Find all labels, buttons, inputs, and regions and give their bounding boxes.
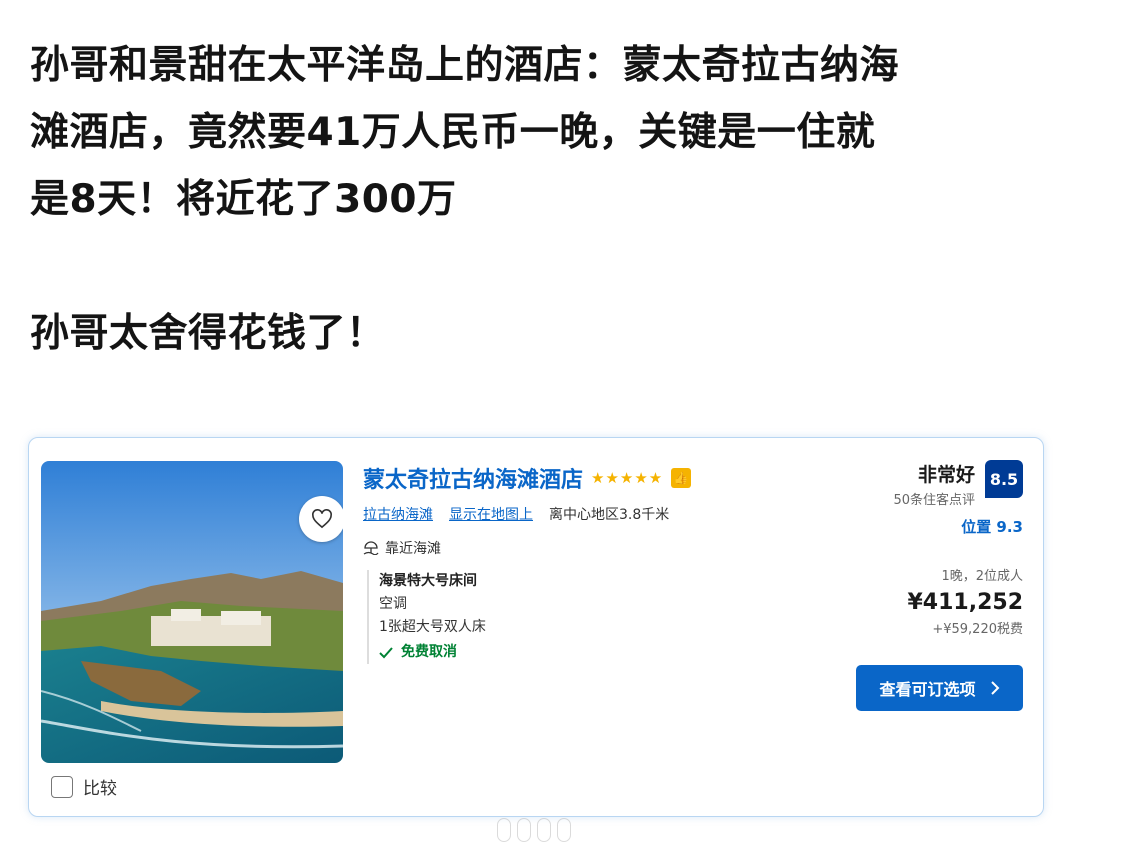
hotel-photo[interactable] (41, 461, 343, 763)
see-availability-button[interactable]: 查看可订选项 (856, 665, 1023, 711)
location-score: 位置 9.3 (961, 518, 1023, 536)
show-on-map-link[interactable]: 显示在地图上 (449, 504, 533, 524)
post-line-2: 滩酒店，竟然要41万人民币一晚，关键是一住就 (30, 110, 876, 155)
watermark (497, 818, 571, 842)
star-rating: ★★★★★ (591, 469, 664, 487)
post-line-4: 孙哥太舍得花钱了！ (30, 311, 386, 356)
room-details: 海景特大号床间 空调 1张超大号双人床 免费取消 (367, 570, 783, 664)
price-panel: 非常好 50条住客点评 8.5 位置 9.3 1晚，2位成人 ¥411,252 … (723, 460, 1023, 711)
favorite-button[interactable] (299, 496, 343, 542)
hotel-info: 蒙太奇拉古纳海滩酒店 ★★★★★ 👍 拉古纳海滩 显示在地图上 离中心地区3.8… (363, 462, 783, 664)
tax-fees: +¥59,220税费 (932, 622, 1023, 637)
area-link[interactable]: 拉古纳海滩 (363, 504, 433, 524)
post-line-3: 是8天！将近花了300万 (30, 177, 457, 222)
cta-label: 查看可订选项 (879, 680, 976, 699)
hotel-photo-image (41, 461, 343, 763)
compare-label: 比较 (83, 779, 117, 799)
beach-label: 靠近海滩 (385, 541, 441, 557)
cancel-label: 免费取消 (401, 644, 457, 660)
beach-feature: 靠近海滩 (363, 538, 783, 558)
rating-label: 非常好 (917, 464, 975, 486)
score-badge: 8.5 (985, 460, 1023, 498)
compare-checkbox[interactable] (51, 775, 73, 798)
hotel-name-link[interactable]: 蒙太奇拉古纳海滩酒店 (363, 462, 583, 494)
check-icon (379, 646, 393, 658)
price: ¥411,252 (907, 590, 1023, 615)
free-cancellation: 免费取消 (379, 641, 783, 664)
post-line-1: 孙哥和景甜在太平洋岛上的酒店：蒙太奇拉古纳海 (30, 43, 900, 88)
chevron-right-icon (990, 681, 999, 695)
heart-icon (312, 509, 332, 529)
stay-summary: 1晚，2位成人 (941, 569, 1023, 584)
thumbs-up-icon: 👍 (671, 468, 692, 488)
hotel-card[interactable]: 比较 蒙太奇拉古纳海滩酒店 ★★★★★ 👍 拉古纳海滩 显示在地图上 离中心地区… (28, 437, 1044, 817)
beach-icon (363, 541, 379, 555)
compare-toggle[interactable]: 比较 (51, 774, 117, 799)
post-text: 孙哥和景甜在太平洋岛上的酒店：蒙太奇拉古纳海 滩酒店，竟然要41万人民币一晚，关… (30, 32, 1110, 367)
distance-text: 离中心地区3.8千米 (549, 507, 670, 523)
review-count[interactable]: 50条住客点评 (893, 489, 975, 508)
